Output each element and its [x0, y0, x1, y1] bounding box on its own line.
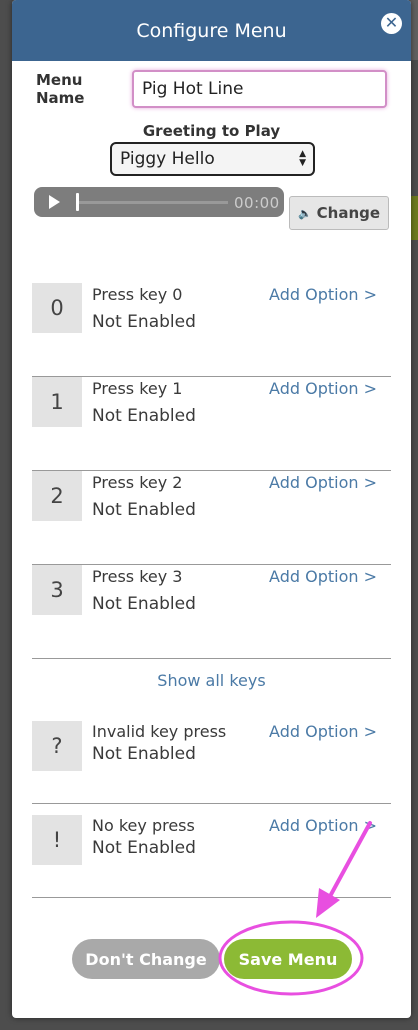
- modal-title: Configure Menu: [136, 19, 287, 42]
- add-option-link[interactable]: Add Option >: [269, 816, 377, 835]
- add-option-link[interactable]: Add Option >: [269, 722, 377, 741]
- key-badge: 3: [32, 565, 82, 615]
- speaker-icon: 🔈: [297, 206, 312, 220]
- greeting-label: Greeting to Play: [142, 122, 281, 140]
- key-status: Not Enabled: [92, 594, 196, 614]
- key-status: Not Enabled: [92, 312, 196, 332]
- close-icon[interactable]: ✕: [381, 13, 402, 34]
- greeting-selected-value: Piggy Hello: [120, 149, 215, 169]
- key-status: Not Enabled: [92, 500, 196, 520]
- play-icon[interactable]: [49, 195, 60, 209]
- audio-progress-track[interactable]: [78, 201, 228, 204]
- key-status: Not Enabled: [92, 744, 196, 764]
- change-greeting-button[interactable]: 🔈 Change: [289, 196, 389, 230]
- key-row-2: 2 Press key 2 Not Enabled Add Option >: [32, 471, 391, 565]
- configure-menu-modal: Configure Menu ✕ Menu Name Greeting to P…: [12, 0, 411, 1018]
- audio-player: 00:00: [34, 187, 284, 217]
- add-option-link[interactable]: Add Option >: [269, 567, 377, 586]
- audio-time: 00:00: [234, 194, 280, 212]
- key-status: Not Enabled: [92, 406, 196, 426]
- dont-change-button[interactable]: Don't Change: [72, 939, 220, 979]
- key-badge: !: [32, 815, 82, 865]
- menu-name-row: Menu Name: [36, 70, 387, 108]
- modal-header: Configure Menu ✕: [12, 0, 411, 61]
- add-option-link[interactable]: Add Option >: [269, 285, 377, 304]
- save-menu-button[interactable]: Save Menu: [224, 939, 352, 979]
- key-title: No key press: [92, 816, 195, 835]
- add-option-link[interactable]: Add Option >: [269, 473, 377, 492]
- change-greeting-label: Change: [316, 204, 381, 222]
- key-status: Not Enabled: [92, 838, 196, 858]
- key-title: Invalid key press: [92, 722, 227, 741]
- key-badge: 2: [32, 471, 82, 521]
- key-row-3: 3 Press key 3 Not Enabled Add Option >: [32, 565, 391, 659]
- key-badge: ?: [32, 721, 82, 771]
- audio-progress-handle[interactable]: [76, 193, 79, 211]
- add-option-link[interactable]: Add Option >: [269, 379, 377, 398]
- greeting-select[interactable]: Piggy Hello ▲ ▼: [110, 142, 315, 176]
- show-all-keys-link[interactable]: Show all keys: [12, 671, 411, 690]
- key-badge: 1: [32, 377, 82, 427]
- key-title: Press key 3: [92, 567, 183, 586]
- select-arrows-icon: ▲ ▼: [299, 149, 306, 168]
- key-row-1: 1 Press key 1 Not Enabled Add Option >: [32, 377, 391, 471]
- menu-name-label: Menu Name: [36, 71, 85, 107]
- key-title: Press key 0: [92, 285, 183, 304]
- key-row-no-key: ! No key press Not Enabled Add Option >: [32, 815, 391, 898]
- background-page-edge: [410, 0, 418, 60]
- key-title: Press key 2: [92, 473, 183, 492]
- key-badge: 0: [32, 283, 82, 333]
- key-title: Press key 1: [92, 379, 183, 398]
- key-row-invalid: ? Invalid key press Not Enabled Add Opti…: [32, 721, 391, 804]
- menu-name-input[interactable]: [132, 70, 387, 108]
- key-row-0: 0 Press key 0 Not Enabled Add Option >: [32, 283, 391, 377]
- background-page-button: [410, 196, 418, 240]
